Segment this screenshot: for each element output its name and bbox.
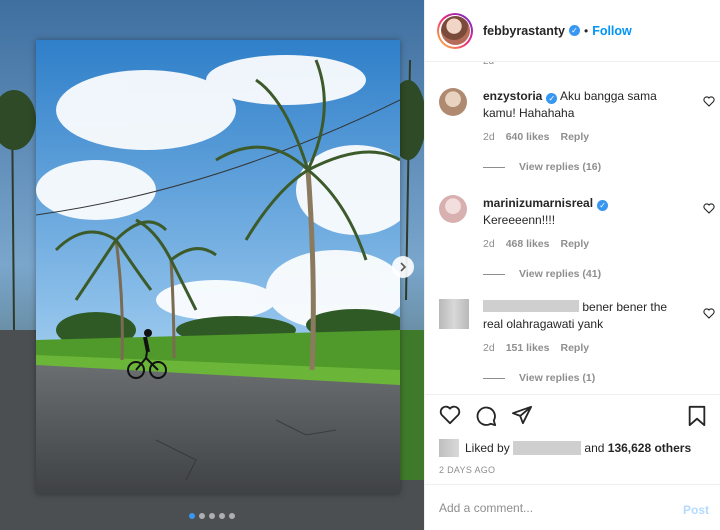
comment-text: marinizumarnisreal ✓ Kereeeenn!!!! <box>483 195 683 229</box>
post-comment-button[interactable]: Post <box>683 503 709 517</box>
post-username[interactable]: febbyrastanty <box>483 24 565 38</box>
comment-avatar[interactable] <box>439 299 469 329</box>
verified-icon: ✓ <box>597 200 609 211</box>
next-photo-button[interactable] <box>392 256 414 278</box>
post-header: febbyrastanty ✓ • Follow <box>425 0 720 62</box>
post-photo <box>36 40 400 494</box>
comment-text: bener bener the real olahragawati yank <box>483 299 683 333</box>
comment-content: Kereeeenn!!!! <box>483 213 556 227</box>
follow-button[interactable]: Follow <box>592 24 632 38</box>
comment-meta: 2d 468 likes Reply <box>483 238 589 250</box>
heart-icon[interactable] <box>703 308 715 319</box>
comment-username[interactable]: marinizumarnisreal <box>483 196 593 210</box>
post-media[interactable] <box>0 0 424 530</box>
share-icon[interactable] <box>511 405 533 425</box>
comment-meta: 2d 640 likes Reply <box>483 131 589 143</box>
view-replies-button[interactable]: View replies (41) <box>483 268 601 280</box>
comment-text: enzystoria ✓ Aku bangga sama kamu! Hahaha… <box>483 88 683 122</box>
chevron-right-icon <box>400 262 407 272</box>
bookmark-icon[interactable] <box>687 405 707 427</box>
reply-button[interactable]: Reply <box>560 131 589 143</box>
comment-avatar[interactable] <box>439 88 467 116</box>
carousel-dot <box>219 513 225 519</box>
add-comment-bar: Post <box>425 484 720 530</box>
verified-icon: ✓ <box>568 25 580 36</box>
comments-list[interactable]: 2d enzystoria✓ Aku bangga sama kamu! Hah… <box>425 62 720 394</box>
carousel-dot <box>199 513 205 519</box>
carousel-dot <box>229 513 235 519</box>
comment-likes[interactable]: 151 likes <box>506 342 550 354</box>
post-actions: Liked by and 136,628 others 2 DAYS AGO <box>425 394 720 484</box>
comment-likes[interactable]: 640 likes <box>506 131 550 143</box>
comment-input[interactable] <box>439 500 669 515</box>
view-replies-button[interactable]: View replies (16) <box>483 161 601 173</box>
comment-avatar[interactable] <box>439 195 467 223</box>
heart-icon[interactable] <box>439 405 461 425</box>
carousel-indicator <box>0 513 424 519</box>
reply-button[interactable]: Reply <box>560 238 589 250</box>
comment-icon[interactable] <box>475 405 497 427</box>
liker-avatar <box>439 439 459 457</box>
avatar-image <box>440 16 470 45</box>
verified-icon: ✓ <box>546 93 558 104</box>
avatar[interactable] <box>437 12 473 49</box>
carousel-dot <box>209 513 215 519</box>
comment-time: 2d <box>483 342 495 354</box>
redacted-username <box>483 300 579 312</box>
view-replies-button[interactable]: View replies (1) <box>483 372 595 384</box>
comment-time: 2d <box>483 131 495 143</box>
heart-icon[interactable] <box>703 96 715 107</box>
comment-likes[interactable]: 468 likes <box>506 238 550 250</box>
carousel-dot <box>189 513 195 519</box>
comment-meta: 2d 151 likes Reply <box>483 342 589 354</box>
likes-count[interactable]: 136,628 others <box>608 441 691 455</box>
heart-icon[interactable] <box>703 203 715 214</box>
comment-time: 2d <box>483 238 495 250</box>
likes-summary[interactable]: Liked by and 136,628 others <box>439 439 691 457</box>
post-sidebar: febbyrastanty ✓ • Follow 2d enzystoria✓ … <box>424 0 720 530</box>
previous-comment-time: 2d <box>483 62 494 67</box>
comment-username[interactable]: enzystoria <box>483 89 542 103</box>
reply-button[interactable]: Reply <box>560 342 589 354</box>
redacted-liker <box>513 441 582 455</box>
separator: • <box>583 23 589 38</box>
post-date: 2 DAYS AGO <box>439 465 496 475</box>
